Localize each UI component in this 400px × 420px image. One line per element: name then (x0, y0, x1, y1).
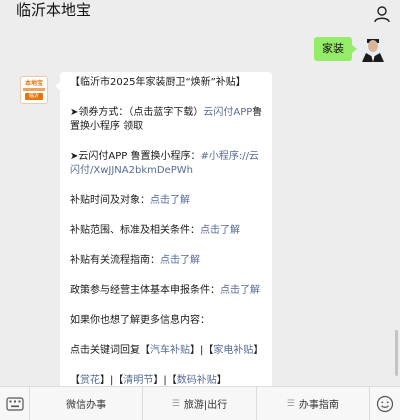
reply-more-info: 如果你也想了解更多信息内容： (70, 315, 210, 326)
keywords2-open: 【 (70, 375, 80, 386)
bottom-menu-bar: 微信办事 ☰ 旅游|出行 ☰ 办事指南 (0, 386, 400, 420)
scope-standard-label: 补贴范围、标准及相关条件： (70, 225, 200, 236)
reply-miniprogram: ➤云闪付APP 鲁置换小程序：#小程序://云闪付/XwJJNA2bkmDePW… (70, 150, 264, 178)
keywords-suffix: 】 (253, 345, 264, 356)
menu-bars-icon: ☰ (286, 398, 295, 409)
bot-message-bubble: 【临沂市2025年家装厨卫“焕新”补贴】 ➤领券方式：（点击蓝字下载）云闪付AP… (55, 72, 272, 396)
reply-merchant-conditions: 政策参与经营主体基本申报条件：点击了解 (70, 284, 264, 298)
menu-travel-label: 旅游|出行 (183, 400, 228, 411)
bot-avatar-brand: 本地宝 (24, 80, 43, 87)
keyword-digital-subsidy-link[interactable]: 数码补贴 (177, 375, 217, 386)
reply-heading: 【临沂市2025年家装厨卫“焕新”补贴】 (70, 77, 246, 88)
reply-process-guide: 补贴有关流程指南：点击了解 (70, 254, 264, 268)
reply-keywords-1: 点击关键词回复【汽车补贴】|【家电补贴】 (70, 344, 264, 358)
smiley-icon[interactable] (370, 387, 400, 420)
menu-service-guide[interactable]: ☰ 办事指南 (257, 387, 370, 420)
process-guide-link[interactable]: 点击了解 (160, 255, 200, 266)
bot-avatar-stripe (23, 88, 45, 91)
keywords2-close: 】 (216, 375, 227, 386)
chat-header: 临沂本地宝 (0, 0, 400, 30)
keywords-separator: 】|【 (190, 345, 214, 356)
keywords2-sep1: 】|【 (100, 375, 124, 386)
coupon-method-label: ➤领券方式：（点击蓝字下载） (70, 107, 204, 118)
chat-scrollbar[interactable] (395, 330, 398, 376)
chat-title: 临沂本地宝 (16, 1, 92, 19)
merchant-conditions-link[interactable]: 点击了解 (220, 285, 260, 296)
keyword-appliance-subsidy-link[interactable]: 家电补贴 (213, 345, 253, 356)
process-guide-label: 补贴有关流程指南： (70, 255, 160, 266)
merchant-conditions-label: 政策参与经营主体基本申报条件： (70, 285, 220, 296)
reply-coupon-method: ➤领券方式：（点击蓝字下载）云闪付APP鲁置换小程序 领取 (70, 106, 264, 134)
user-avatar[interactable] (360, 36, 386, 62)
menu-wechat-service[interactable]: 微信办事 (30, 387, 144, 420)
menu-bars-icon: ☰ (171, 398, 180, 409)
unionpay-app-link[interactable]: 云闪付APP (203, 107, 252, 118)
bot-message-row: 本地宝 临沂 【临沂市2025年家装厨卫“焕新”补贴】 ➤领券方式：（点击蓝字下… (20, 72, 272, 396)
keywords2-sep2: 】|【 (153, 375, 177, 386)
reply-scope-standard: 补贴范围、标准及相关条件：点击了解 (70, 224, 264, 238)
user-icon[interactable] (372, 4, 392, 24)
time-target-link[interactable]: 点击了解 (150, 195, 190, 206)
bot-avatar-city: 临沂 (25, 93, 43, 100)
menu-travel[interactable]: ☰ 旅游|出行 (143, 387, 257, 420)
keyboard-icon[interactable] (0, 387, 30, 420)
keyword-flower-link[interactable]: 赏花 (80, 375, 100, 386)
keywords-prefix: 点击关键词回复【 (70, 345, 150, 356)
menu-wechat-service-label: 微信办事 (66, 400, 107, 411)
user-message-row: 家装 (314, 36, 386, 62)
miniprogram-label: ➤云闪付APP 鲁置换小程序： (70, 151, 201, 162)
scope-standard-link[interactable]: 点击了解 (200, 225, 240, 236)
keyword-qingming-link[interactable]: 清明节 (123, 375, 153, 386)
bot-avatar[interactable]: 本地宝 临沂 (20, 76, 48, 104)
keyword-car-subsidy-link[interactable]: 汽车补贴 (150, 345, 190, 356)
menu-service-guide-label: 办事指南 (298, 400, 339, 411)
time-target-label: 补贴时间及对象： (70, 195, 150, 206)
user-message-bubble[interactable]: 家装 (314, 37, 357, 61)
reply-time-target: 补贴时间及对象：点击了解 (70, 194, 264, 208)
